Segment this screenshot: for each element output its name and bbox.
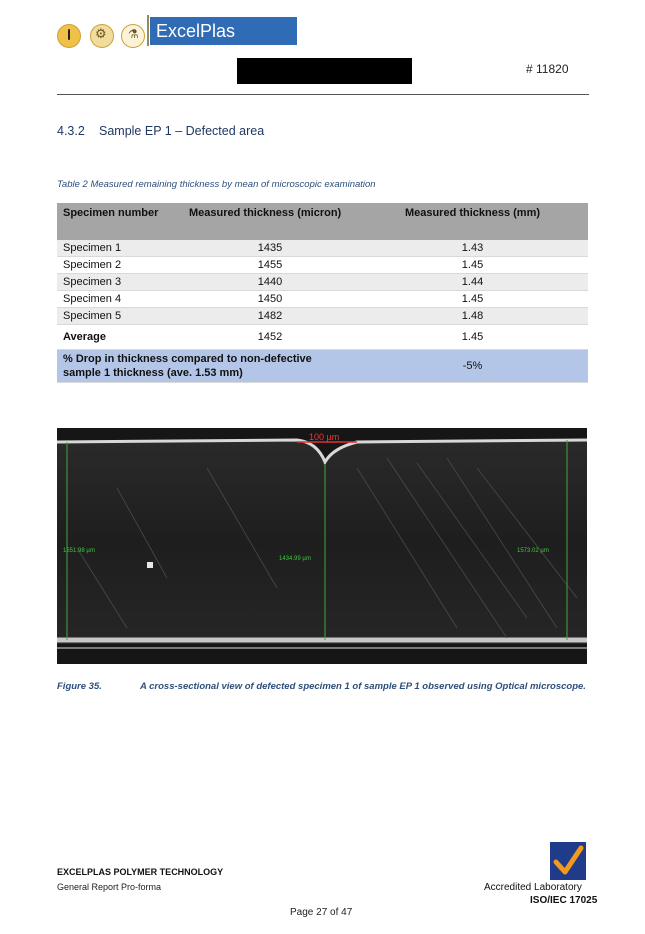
table-row: Specimen 5 1482 1.48: [57, 307, 588, 325]
accreditation-label: Accredited Laboratory: [484, 882, 582, 893]
average-row: Average 1452 1.45: [57, 324, 588, 350]
table-cell: Specimen 5: [57, 307, 183, 325]
measurement-middle: 1434.99 µm: [279, 556, 311, 562]
table-cell: Average: [57, 324, 183, 350]
table-cell: 1440: [183, 273, 357, 291]
column-header: Measured thickness (mm): [357, 203, 588, 240]
table-row: Specimen 4 1450 1.45: [57, 290, 588, 308]
table-row: Specimen 1 1435 1.43: [57, 240, 588, 257]
logo-divider: [147, 15, 149, 46]
table-cell: 1.45: [357, 256, 588, 274]
drop-label: % Drop in thickness compared to non-defe…: [57, 349, 357, 383]
table-cell: Specimen 2: [57, 256, 183, 274]
header-divider: [57, 94, 589, 95]
scale-bar-label: 100 µm: [309, 432, 339, 442]
column-header: Measured thickness (micron): [183, 203, 357, 240]
footer-form-name: General Report Pro-forma: [57, 882, 162, 892]
table-row: Specimen 3 1440 1.44: [57, 273, 588, 291]
section-heading: 4.3.2 Sample EP 1 – Defected area: [57, 124, 264, 138]
drop-row: % Drop in thickness compared to non-defe…: [57, 349, 588, 383]
thickness-table: Specimen number Measured thickness (micr…: [57, 203, 588, 383]
gear-icon: [90, 24, 114, 48]
flask-icon: [121, 24, 145, 48]
redaction-block: [237, 58, 412, 84]
table-cell: Specimen 3: [57, 273, 183, 291]
table-cell: 1.43: [357, 240, 588, 257]
brand-logo: ExcelPlas: [150, 17, 297, 45]
footer-company: EXCELPLAS POLYMER TECHNOLOGY: [57, 867, 224, 877]
section-number: 4.3.2: [57, 124, 85, 138]
figure-caption: Figure 35. A cross-sectional view of defe…: [57, 681, 586, 692]
column-header: Specimen number: [57, 203, 183, 240]
measurement-right: 1573.02 µm: [517, 548, 549, 554]
table-header-row: Specimen number Measured thickness (micr…: [57, 203, 588, 240]
figure-label: Figure 35.: [57, 681, 102, 692]
table-row: Specimen 2 1455 1.45: [57, 256, 588, 274]
figure-caption-text: A cross-sectional view of defected speci…: [140, 681, 586, 692]
drop-value: -5%: [357, 349, 588, 383]
page-number: Page 27 of 47: [290, 907, 353, 918]
table-cell: Specimen 4: [57, 290, 183, 308]
table-cell: 1.45: [357, 324, 588, 350]
cross-section-micrograph: 100 µm 1551.98 µm 1434.99 µm 1573.02 µm: [57, 428, 587, 664]
table-cell: 1452: [183, 324, 357, 350]
table-cell: 1.44: [357, 273, 588, 291]
accreditation-checkmark-icon: [550, 842, 586, 880]
table-cell: Specimen 1: [57, 240, 183, 257]
document-number: # 11820: [526, 62, 569, 76]
table-cell: 1435: [183, 240, 357, 257]
table-cell: 1.48: [357, 307, 588, 325]
measurement-left: 1551.98 µm: [63, 548, 95, 554]
micrograph-image: 100 µm 1551.98 µm 1434.99 µm 1573.02 µm: [57, 428, 587, 664]
table-cell: 1.45: [357, 290, 588, 308]
accreditation-standard: ISO/IEC 17025: [530, 895, 598, 906]
table-cell: 1482: [183, 307, 357, 325]
pen-icon: [57, 24, 81, 48]
section-title: Sample EP 1 – Defected area: [99, 124, 265, 138]
table-cell: 1455: [183, 256, 357, 274]
table-cell: 1450: [183, 290, 357, 308]
table-caption: Table 2 Measured remaining thickness by …: [57, 179, 376, 190]
